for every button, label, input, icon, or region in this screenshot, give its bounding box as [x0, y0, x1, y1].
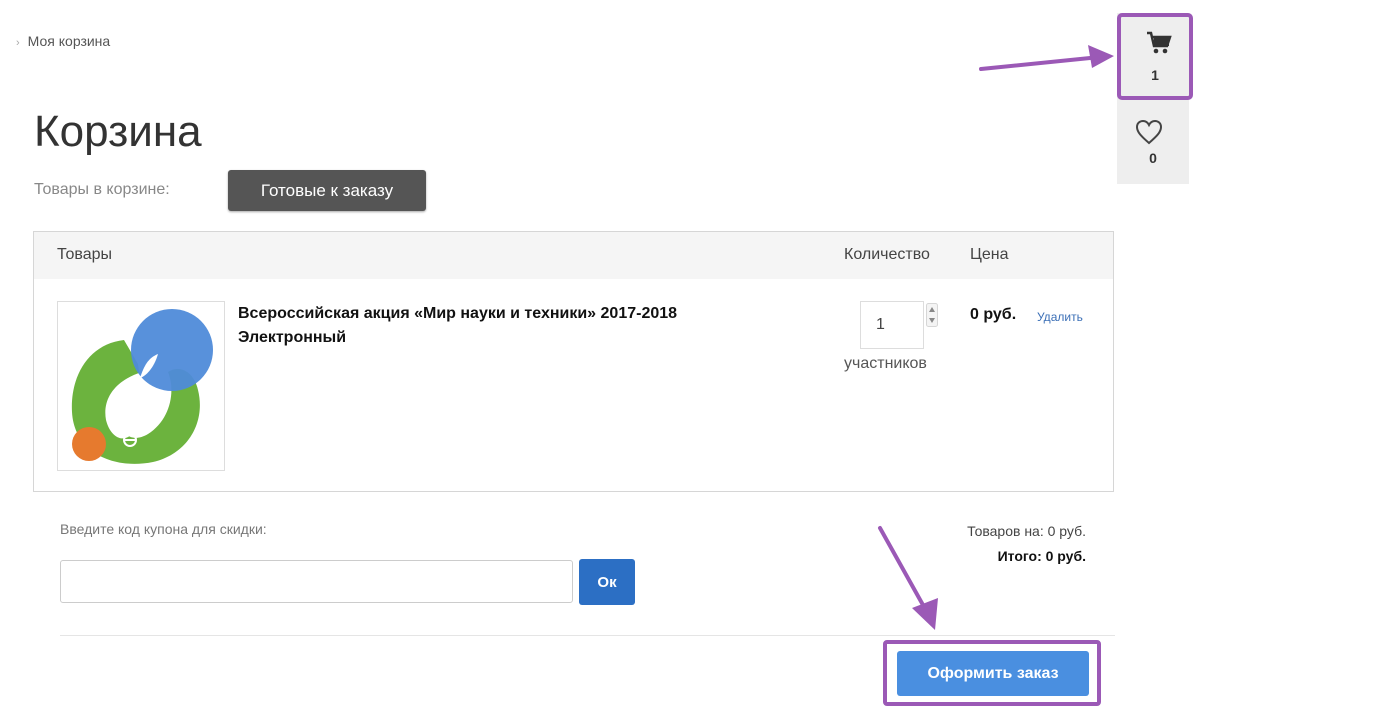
header-goods: Товары [57, 246, 113, 263]
breadcrumb: › Моя корзина [16, 33, 110, 49]
product-name-link[interactable]: Всероссийская акция «Мир науки и техники… [238, 302, 798, 350]
goods-total: Товаров на: 0 руб. [900, 523, 1086, 539]
product-image[interactable] [57, 301, 225, 471]
delete-item-link[interactable]: Удалить [1037, 310, 1083, 324]
grand-total: Итого: 0 руб. [900, 548, 1086, 564]
cart-tabs-label: Товары в корзине: [34, 181, 170, 198]
ready-to-order-tab[interactable]: Готовые к заказу [228, 170, 426, 211]
coupon-label: Введите код купона для скидки: [60, 521, 267, 537]
header-quantity: Количество [844, 246, 930, 263]
cart-count: 1 [1151, 67, 1159, 83]
cart-icon [1147, 31, 1172, 54]
coupon-input[interactable] [60, 560, 573, 603]
product-logo-image [71, 309, 213, 464]
goods-total-label: Товаров на: [967, 523, 1044, 539]
quantity-stepper-icon[interactable] [926, 303, 938, 327]
product-name-line1: Всероссийская акция «Мир науки и техники… [238, 305, 678, 322]
quantity-unit: участников [844, 355, 927, 372]
heart-icon[interactable] [1135, 119, 1163, 145]
cart-widget[interactable]: 1 [1117, 13, 1193, 100]
checkout-highlight-frame [883, 640, 1101, 706]
header-price: Цена [970, 246, 1009, 263]
item-price: 0 руб. [970, 306, 1017, 323]
quantity-input[interactable]: 1 [860, 301, 924, 349]
apply-coupon-button[interactable]: Ок [579, 559, 635, 605]
grand-total-label: Итого: [997, 548, 1042, 564]
cart-table: Товары Количество Цена Всероссийская акц… [33, 231, 1114, 492]
divider [60, 635, 1115, 636]
arrow-to-checkout-icon [878, 526, 938, 630]
cart-table-header: Товары Количество Цена [34, 232, 1113, 279]
page-title: Корзина [34, 107, 202, 156]
breadcrumb-current[interactable]: Моя корзина [28, 33, 111, 49]
grand-total-value: 0 руб. [1045, 548, 1086, 564]
product-name-line2: Электронный [238, 329, 347, 346]
favorites-count: 0 [1149, 150, 1157, 166]
arrow-to-cart-icon [979, 45, 1114, 71]
goods-total-value: 0 руб. [1047, 523, 1086, 539]
breadcrumb-separator: › [16, 37, 20, 49]
